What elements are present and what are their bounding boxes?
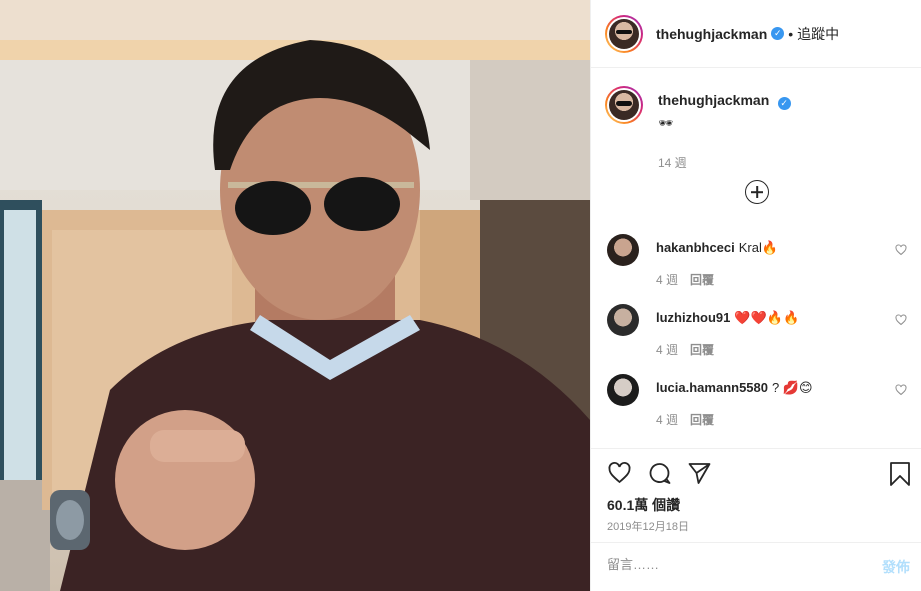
comment-time[interactable]: 4 週 [656,273,678,287]
separator-dot: • [788,25,794,42]
plus-circle-icon[interactable] [745,180,769,204]
heart-icon[interactable] [895,384,907,396]
heart-icon[interactable] [895,244,907,256]
comment-text: Kral🔥 [738,240,779,255]
bookmark-icon[interactable] [888,461,912,487]
comment-avatar[interactable] [607,234,639,266]
portrait-image [0,0,590,591]
comment-composer: 發佈 [591,542,921,591]
heart-icon[interactable] [895,314,907,326]
post-date[interactable]: 2019年12月18日 [607,518,689,534]
caption-avatar[interactable] [605,86,643,124]
comment-item: luzhizhou91 ❤️❤️🔥🔥 4 週回覆 [607,304,907,364]
author-username[interactable]: thehughjackman [656,26,767,42]
reply-button[interactable]: 回覆 [690,273,714,287]
comment-time[interactable]: 4 週 [656,413,678,427]
comment-text: ❤️❤️🔥🔥 [734,310,800,325]
caption-text: 🕶 [658,116,673,130]
verified-badge-icon: ✓ [771,27,785,40]
comment-time[interactable]: 4 週 [656,343,678,357]
author-avatar[interactable] [605,14,643,53]
post-photo[interactable] [0,0,590,591]
like-count[interactable]: 60.1萬 個讚 [607,495,680,515]
caption-username[interactable]: thehughjackman [658,92,769,108]
post-comment-button[interactable]: 發佈 [882,557,910,577]
comment-bubble-icon[interactable] [647,461,672,485]
heart-icon[interactable] [607,461,632,485]
comment-item: hakanbhceci Kral🔥 4 週回覆 [607,234,907,294]
post-side-panel: thehughjackman ✓ • 追蹤中 thehughjackman ✓ … [590,0,921,591]
reply-button[interactable]: 回覆 [690,343,714,357]
comment-username[interactable]: hakanbhceci [656,240,735,255]
comment-text: ? 💋😊 [772,380,813,395]
reply-button[interactable]: 回覆 [690,413,714,427]
post-viewer: thehughjackman ✓ • 追蹤中 thehughjackman ✓ … [0,0,921,591]
comment-username[interactable]: lucia.hamann5580 [656,380,768,395]
comment-username[interactable]: luzhizhou91 [656,310,730,325]
follow-status-button[interactable]: 追蹤中 [797,24,839,44]
comment-item: lucia.hamann5580 ? 💋😊 4 週回覆 [607,374,907,434]
post-header: thehughjackman ✓ • 追蹤中 [591,0,921,68]
comment-input[interactable] [607,557,857,572]
comment-avatar[interactable] [607,374,639,406]
post-actions: 60.1萬 個讚 2019年12月18日 [591,448,921,543]
comment-avatar[interactable] [607,304,639,336]
caption-timestamp[interactable]: 14 週 [658,154,791,171]
paper-plane-icon[interactable] [687,461,712,485]
caption: thehughjackman ✓ 🕶 14 週 [605,86,791,171]
verified-badge-icon: ✓ [777,97,791,110]
